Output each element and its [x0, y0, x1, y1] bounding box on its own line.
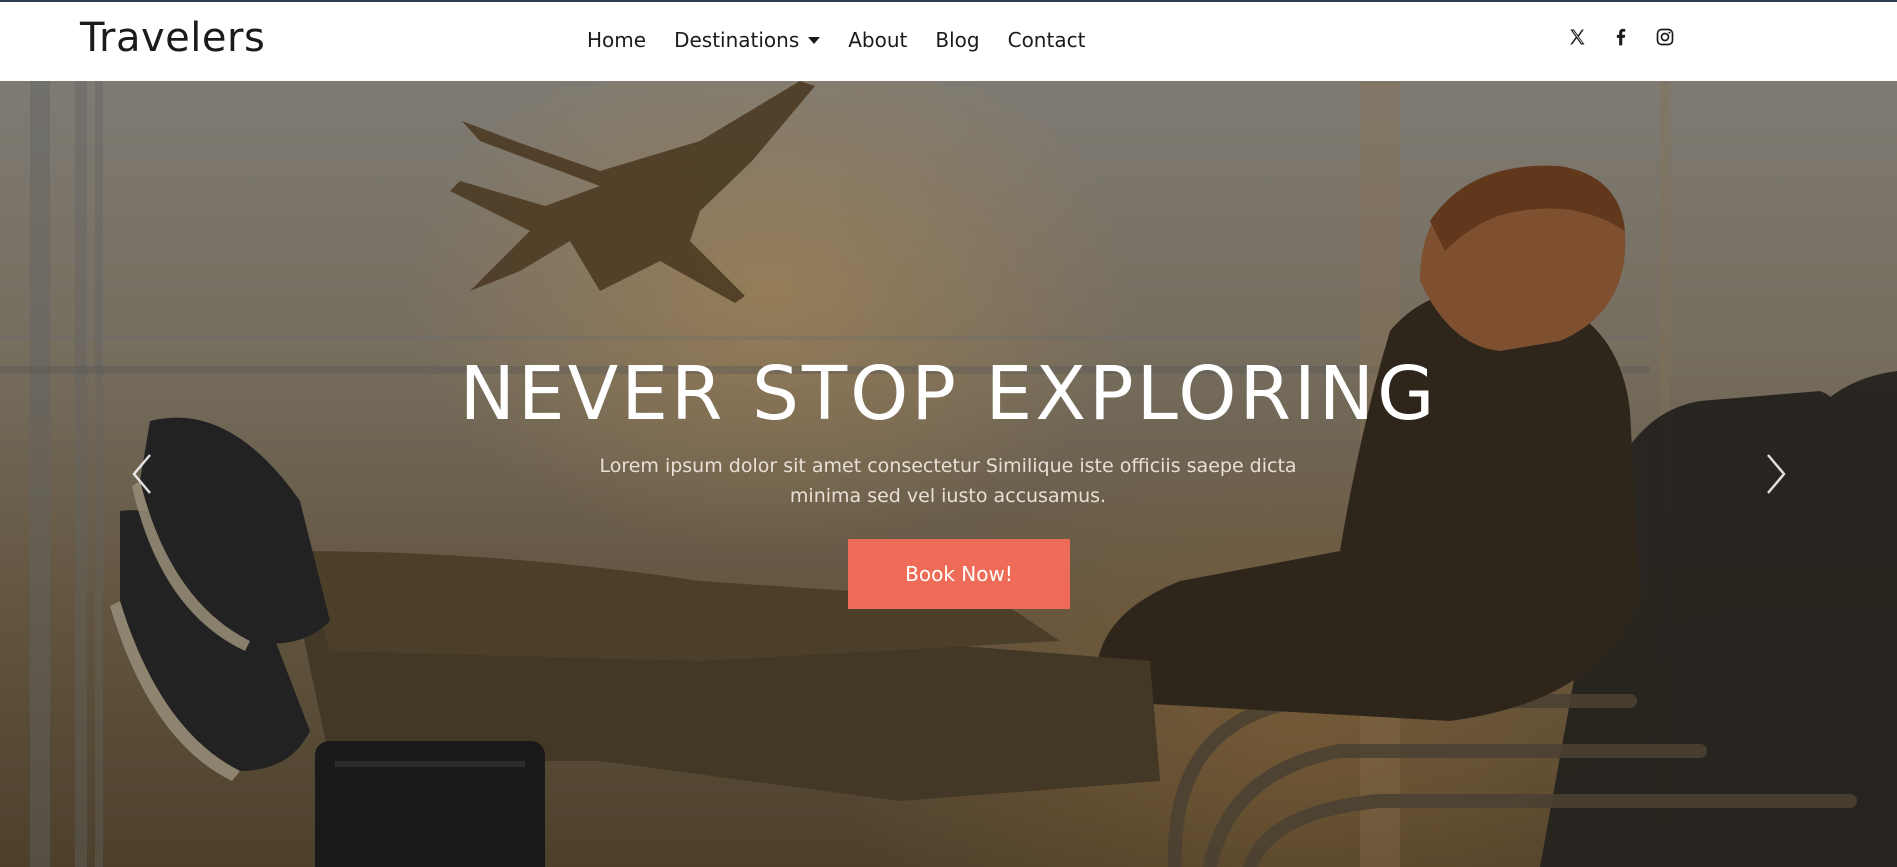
instagram-icon[interactable]	[1654, 26, 1676, 48]
hero-lead-text: Lorem ipsum dolor sit amet consectetur S…	[599, 455, 1297, 507]
nav-destinations-dropdown[interactable]: Destinations	[674, 28, 821, 52]
site-header: Travelers Home Destinations About Blog C…	[0, 2, 1897, 81]
nav-contact[interactable]: Contact	[1008, 28, 1086, 52]
social-links	[1566, 26, 1676, 48]
nav-destinations-label: Destinations	[674, 28, 800, 52]
nav-about-label: About	[848, 28, 908, 52]
carousel-prev-button[interactable]	[128, 451, 158, 497]
book-now-button[interactable]: Book Now!	[848, 539, 1070, 609]
nav-about[interactable]: About	[848, 28, 907, 52]
hero-content: NEVER STOP EXPLORING Lorem ipsum dolor s…	[0, 81, 1897, 867]
nav-home[interactable]: Home	[587, 28, 646, 52]
x-twitter-icon[interactable]	[1566, 26, 1588, 48]
nav-home-label: Home	[587, 28, 647, 52]
chevron-right-icon	[1767, 454, 1786, 494]
nav-blog[interactable]: Blog	[935, 28, 979, 52]
carousel-next-button[interactable]	[1760, 451, 1790, 497]
hero-carousel: NEVER STOP EXPLORING Lorem ipsum dolor s…	[0, 81, 1897, 867]
hero-headline: NEVER STOP EXPLORING	[459, 351, 1438, 437]
nav-contact-label: Contact	[1007, 28, 1086, 52]
nav-blog-label: Blog	[935, 28, 980, 52]
facebook-icon[interactable]	[1610, 26, 1632, 48]
brand-logo[interactable]: Travelers	[80, 14, 265, 62]
main-nav: Home Destinations About Blog Contact	[587, 24, 1113, 56]
chevron-left-icon	[132, 454, 151, 494]
caret-down-icon	[808, 36, 821, 44]
